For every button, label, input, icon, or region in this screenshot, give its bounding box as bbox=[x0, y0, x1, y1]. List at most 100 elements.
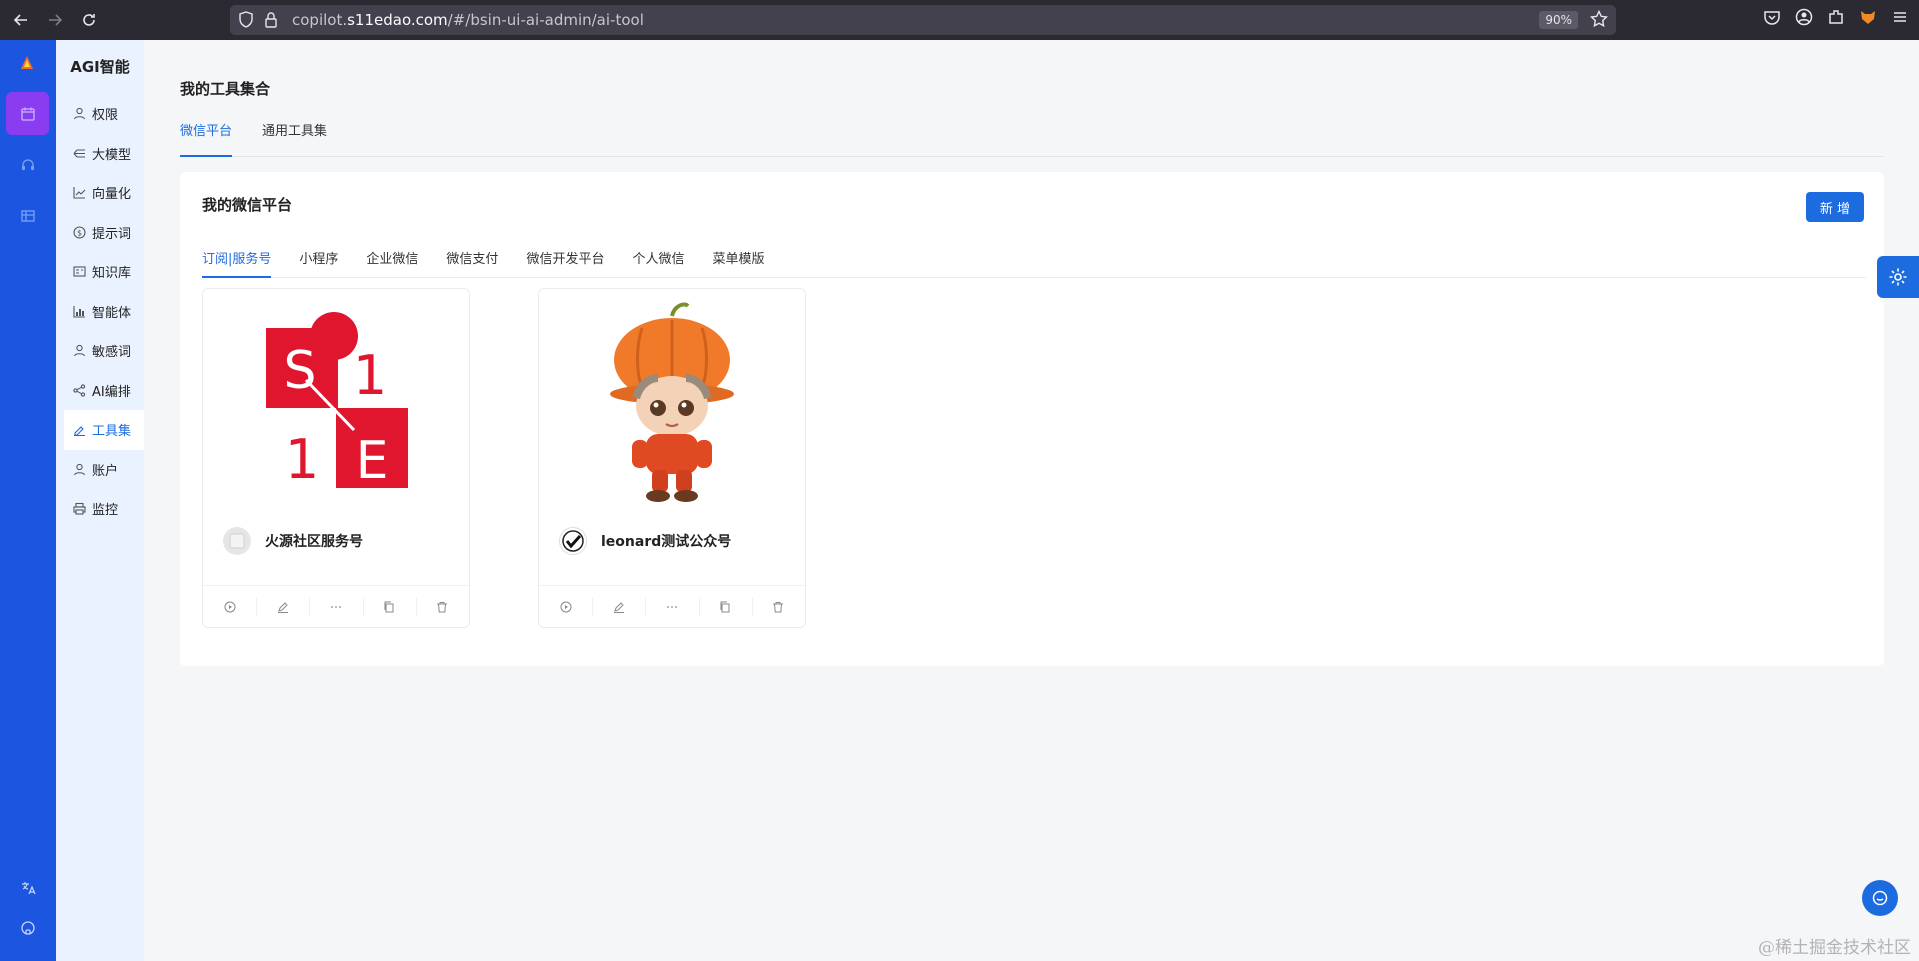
copy-button[interactable] bbox=[698, 586, 752, 627]
pocket-icon[interactable] bbox=[1763, 8, 1781, 26]
wechat-platform-panel: 我的微信平台 新 增 订阅|服务号 小程序 企业微信 微信支付 微信开发平台 个… bbox=[180, 172, 1884, 666]
more-dots-icon bbox=[331, 605, 341, 608]
sidebar-item-label: AI编排 bbox=[92, 384, 131, 400]
zoom-level-badge[interactable]: 90% bbox=[1539, 11, 1578, 29]
translate-icon bbox=[21, 881, 36, 894]
sidebar-title: AGI智能 bbox=[70, 58, 130, 76]
delete-button[interactable] bbox=[751, 586, 805, 627]
card-title: leonard测试公众号 bbox=[601, 534, 732, 550]
fox-extension-icon[interactable] bbox=[1859, 8, 1877, 26]
sidebar-item-sensitive-words[interactable]: 敏感词 bbox=[56, 331, 144, 371]
url-text[interactable]: copilot.s11edao.com/#/bsin-ui-ai-admin/a… bbox=[292, 11, 644, 29]
rail-item-translate[interactable] bbox=[6, 866, 49, 909]
watermark: @稀土掘金技术社区 bbox=[1758, 938, 1911, 958]
sidebar-item-label: 大模型 bbox=[92, 147, 132, 163]
hamburger-menu-icon[interactable] bbox=[1891, 8, 1909, 26]
rail-item-headset[interactable] bbox=[6, 143, 49, 186]
sidebar-item-label: 智能体 bbox=[92, 305, 132, 321]
edit-button[interactable] bbox=[256, 586, 309, 627]
edit-button[interactable] bbox=[592, 586, 645, 627]
account-card[interactable]: S 1 1 E 火源社区服务号 bbox=[202, 288, 470, 628]
add-button[interactable]: 新 增 bbox=[1806, 192, 1864, 222]
chat-bubble-icon bbox=[1872, 890, 1888, 906]
card-cover-image bbox=[539, 289, 805, 517]
tool-icon bbox=[72, 423, 86, 437]
chat-support-button[interactable] bbox=[1862, 880, 1898, 916]
address-bar[interactable]: copilot.s11edao.com/#/bsin-ui-ai-admin/a… bbox=[230, 5, 1616, 35]
svg-text:E: E bbox=[356, 431, 389, 491]
sidebar-item-llm[interactable]: 大模型 bbox=[56, 134, 144, 174]
tab-personal-wechat[interactable]: 个人微信 bbox=[632, 242, 684, 278]
delete-button[interactable] bbox=[415, 586, 469, 627]
card-meta: leonard测试公众号 bbox=[559, 527, 731, 555]
book-icon bbox=[72, 265, 86, 279]
more-dots-icon bbox=[667, 605, 677, 608]
svg-text:1: 1 bbox=[285, 428, 319, 491]
sidebar-item-account[interactable]: 账户 bbox=[56, 450, 144, 490]
sidebar-item-label: 提示词 bbox=[92, 226, 132, 242]
app-logo-icon[interactable] bbox=[18, 54, 36, 76]
trash-icon bbox=[773, 601, 784, 612]
more-button[interactable] bbox=[309, 586, 362, 627]
sidebar-item-agents[interactable]: 智能体 bbox=[56, 292, 144, 332]
sidebar-item-label: 向量化 bbox=[92, 187, 132, 203]
svg-text:1: 1 bbox=[353, 344, 387, 407]
account-icon[interactable] bbox=[1795, 8, 1813, 26]
coin-icon: $ bbox=[72, 225, 86, 239]
tab-menu-template[interactable]: 菜单模版 bbox=[712, 242, 764, 278]
share-icon bbox=[72, 383, 86, 397]
reload-icon bbox=[83, 14, 95, 26]
github-icon bbox=[20, 920, 35, 935]
pumpkin-character-image bbox=[610, 302, 734, 502]
copy-button[interactable] bbox=[362, 586, 416, 627]
grid-icon bbox=[20, 209, 35, 222]
sidebar-item-knowledge-base[interactable]: 知识库 bbox=[56, 252, 144, 292]
theme-settings-button[interactable] bbox=[1877, 256, 1919, 298]
play-button[interactable] bbox=[203, 586, 256, 627]
url-path: /#/bsin-ui-ai-admin/ai-tool bbox=[447, 11, 644, 29]
panel-title: 我的微信平台 bbox=[202, 196, 293, 214]
sidebar-menu: 权限 大模型 向量化 $ 提示词 知识库 智能体 敏感词 AI编排 工具集 账户… bbox=[56, 94, 144, 529]
sidebar-item-monitor[interactable]: 监控 bbox=[56, 489, 144, 529]
card-title: 火源社区服务号 bbox=[265, 534, 363, 550]
avatar bbox=[223, 527, 251, 555]
rail-item-robot[interactable] bbox=[6, 946, 49, 961]
tab-wechat-platform[interactable]: 微信平台 bbox=[180, 120, 233, 157]
user-icon bbox=[72, 462, 86, 476]
sidebar-item-prompts[interactable]: $ 提示词 bbox=[56, 213, 144, 253]
rail-item-calendar[interactable] bbox=[6, 92, 49, 135]
tab-enterprise-wechat[interactable]: 企业微信 bbox=[366, 242, 418, 278]
reload-button[interactable] bbox=[76, 7, 102, 33]
tab-wechat-pay[interactable]: 微信支付 bbox=[446, 242, 498, 278]
sidebar-item-label: 权限 bbox=[92, 108, 119, 124]
sidebar-item-toolset[interactable]: 工具集 bbox=[64, 410, 144, 450]
checkbox-unchecked-icon bbox=[229, 533, 245, 549]
forward-button[interactable] bbox=[42, 7, 68, 33]
tab-mini-program[interactable]: 小程序 bbox=[299, 242, 338, 278]
gear-icon bbox=[1889, 268, 1907, 286]
svg-text:S: S bbox=[283, 341, 316, 401]
extensions-puzzle-icon[interactable] bbox=[1827, 8, 1845, 26]
back-button[interactable] bbox=[8, 7, 34, 33]
tab-open-platform[interactable]: 微信开发平台 bbox=[526, 242, 604, 278]
rail-item-grid[interactable] bbox=[6, 194, 49, 237]
top-tabs: 微信平台 通用工具集 bbox=[180, 120, 1884, 157]
checkmark-icon bbox=[562, 530, 584, 552]
bookmark-star-icon[interactable] bbox=[1589, 9, 1609, 32]
tab-subscription-service[interactable]: 订阅|服务号 bbox=[202, 242, 272, 278]
sidebar-item-label: 监控 bbox=[92, 503, 119, 519]
sidebar-item-vectorize[interactable]: 向量化 bbox=[56, 173, 144, 213]
lock-icon bbox=[265, 12, 277, 28]
url-domain: s11edao.com bbox=[347, 11, 448, 29]
account-card[interactable]: leonard测试公众号 bbox=[538, 288, 806, 628]
sidebar-item-permissions[interactable]: 权限 bbox=[56, 94, 144, 134]
url-prefix: copilot. bbox=[292, 11, 348, 29]
browser-extensions bbox=[1763, 8, 1909, 26]
card-cover-image: S 1 1 E bbox=[203, 289, 469, 517]
copy-icon bbox=[384, 601, 394, 612]
play-button[interactable] bbox=[539, 586, 592, 627]
more-button[interactable] bbox=[645, 586, 698, 627]
tab-general-toolset[interactable]: 通用工具集 bbox=[262, 120, 327, 157]
rail-item-github[interactable] bbox=[6, 906, 49, 949]
sidebar-item-ai-orchestration[interactable]: AI编排 bbox=[56, 371, 144, 411]
